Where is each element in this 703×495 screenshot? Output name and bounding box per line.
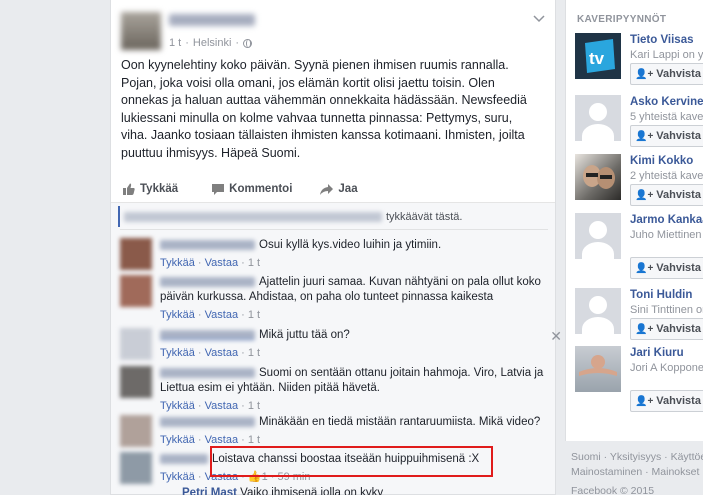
commenter-avatar[interactable]: [120, 328, 152, 360]
comment-like-link[interactable]: Tykkää: [160, 471, 195, 483]
profile-picture[interactable]: tv: [575, 33, 621, 79]
commenter-name-redacted[interactable]: [160, 239, 255, 250]
post-meta: 1 t · Helsinki ·: [169, 37, 253, 49]
mutual-friends[interactable]: Jori A Kopponen on yhteinen kaveri: [630, 362, 703, 374]
comment-like-link[interactable]: Tykkää: [160, 400, 195, 412]
reply-author[interactable]: Petri Mast: [182, 487, 237, 495]
friend-requests-panel: KAVERIPYYNNÖT tv Tieto Viisas Kari Lappi…: [565, 0, 703, 495]
profile-picture[interactable]: [575, 154, 621, 200]
mutual-friends[interactable]: Kari Lappi on yhteinen kaveri: [630, 49, 703, 61]
mutual-friends[interactable]: Sini Tinttinen on yhteinen kaveri: [630, 304, 703, 316]
profile-picture[interactable]: [575, 288, 621, 334]
comment-time[interactable]: 1 t: [248, 347, 260, 359]
svg-text:tv: tv: [589, 49, 605, 68]
comment-reply-link[interactable]: Vastaa: [205, 257, 238, 269]
commenter-avatar[interactable]: [120, 366, 152, 398]
footer-row[interactable]: Mainostaminen · Mainokset: [571, 465, 703, 480]
comment-button[interactable]: Kommentoi: [212, 183, 292, 195]
comment-meta: Tykkää · Vastaa · 1 t: [160, 400, 261, 412]
share-label: Jaa: [338, 183, 358, 195]
comment-text: Osui kyllä kys.video luihin ja ytimiin.: [259, 239, 442, 251]
comment-like-link[interactable]: Tykkää: [160, 309, 195, 321]
profile-picture[interactable]: [575, 95, 621, 141]
confirm-friend-button[interactable]: 👤+Vahvista kaveriksi: [630, 63, 703, 85]
copyright: Facebook © 2015: [571, 485, 655, 495]
add-friend-icon: 👤+: [635, 68, 654, 80]
mutual-friends[interactable]: Juho Miettinen on yhteinen kaveri: [630, 229, 703, 241]
commenter-name-redacted[interactable]: [160, 276, 255, 287]
friend-name[interactable]: Toni Huldin: [630, 289, 692, 301]
author-name-redacted[interactable]: [169, 14, 255, 26]
share-icon: [320, 183, 334, 195]
close-icon[interactable]: ✕: [550, 328, 562, 345]
confirm-friend-button[interactable]: 👤+Vahvista kaveriksi: [630, 318, 703, 340]
add-friend-icon: 👤+: [635, 130, 654, 142]
commenter-avatar[interactable]: [120, 452, 152, 484]
commenter-name-redacted[interactable]: [160, 453, 208, 464]
mutual-friends[interactable]: 5 yhteistä kaveria: [630, 111, 703, 123]
post-location[interactable]: Helsinki: [193, 37, 232, 49]
post-header: 1 t · Helsinki ·: [111, 0, 555, 55]
thumbs-up-icon: [123, 183, 135, 195]
comment-reply-link[interactable]: Vastaa: [205, 309, 238, 321]
comment-reply-link[interactable]: Vastaa: [205, 347, 238, 359]
comment-like-link[interactable]: Tykkää: [160, 347, 195, 359]
comment-label: Kommentoi: [229, 183, 293, 195]
comment-text: Minäkään en tiedä mistään rantaruumiista…: [259, 416, 541, 428]
friend-name[interactable]: Asko Kerviner: [630, 96, 703, 108]
like-button[interactable]: Tykkää: [123, 183, 178, 195]
friend-name[interactable]: Tieto Viisas: [630, 34, 694, 46]
profile-picture[interactable]: [575, 213, 621, 259]
confirm-friend-button[interactable]: 👤+Vahvista kaveriksi: [630, 257, 703, 279]
friend-name[interactable]: Kimi Kokko: [630, 155, 693, 167]
comment-meta: Tykkää · Vastaa · 1 t: [160, 257, 261, 269]
comment-reply-link[interactable]: Vastaa: [205, 400, 238, 412]
comment-like-link[interactable]: Tykkää: [160, 257, 195, 269]
share-button[interactable]: Jaa: [320, 183, 358, 195]
panel-title: KAVERIPYYNNÖT: [577, 14, 667, 25]
commenter-avatar[interactable]: [120, 415, 152, 447]
commenter-name-redacted[interactable]: [160, 329, 255, 340]
add-friend-icon: 👤+: [635, 395, 654, 407]
footer-row[interactable]: Suomi · Yksityisyys · Käyttöehdot: [571, 450, 703, 465]
post-text: Oon kyynelehtiny koko päivän. Syynä pien…: [121, 58, 527, 160]
commenter-avatar[interactable]: [120, 238, 152, 270]
confirm-friend-button[interactable]: 👤+Vahvista kaveriksi: [630, 125, 703, 147]
highlight-box: [210, 446, 493, 477]
chevron-down-icon[interactable]: [533, 14, 545, 26]
likes-suffix: tykkäävät tästä.: [386, 210, 463, 223]
likers-redacted[interactable]: [124, 211, 382, 222]
like-label: Tykkää: [140, 183, 179, 195]
confirm-friend-button[interactable]: 👤+Vahvista kaveriksi: [630, 184, 703, 206]
author-avatar[interactable]: [121, 12, 161, 50]
add-friend-icon: 👤+: [635, 323, 654, 335]
friend-name[interactable]: Jari Kiuru: [630, 347, 684, 359]
divider: [120, 229, 548, 230]
add-friend-icon: 👤+: [635, 189, 654, 201]
comment-time[interactable]: 1 t: [248, 434, 260, 446]
comment-meta: Tykkää · Vastaa · 1 t: [160, 347, 261, 359]
comment-time[interactable]: 1 t: [248, 400, 260, 412]
comment-like-link[interactable]: Tykkää: [160, 434, 195, 446]
post-actions: Tykkää Kommentoi Jaa: [111, 175, 555, 203]
likes-summary: tykkäävät tästä.: [118, 206, 548, 227]
footer-links: Suomi · Yksityisyys · Käyttöehdot Mainos…: [571, 450, 703, 495]
reply-text: Vaiko ihmisenä jolla on kyky: [240, 487, 384, 495]
globe-icon: [243, 38, 253, 48]
profile-picture[interactable]: [575, 346, 621, 392]
confirm-friend-button[interactable]: 👤+Vahvista kaveriksi: [630, 390, 703, 412]
comment-time[interactable]: 1 t: [248, 309, 260, 321]
commenter-avatar[interactable]: [120, 275, 152, 307]
comment-text: Mikä juttu tää on?: [259, 329, 350, 341]
post-time[interactable]: 1 t: [169, 37, 181, 49]
friend-name[interactable]: Jarmo Kankaanpää: [630, 214, 703, 226]
comment-icon: [212, 183, 225, 195]
commenter-name-redacted[interactable]: [160, 367, 255, 378]
comment-reply-link[interactable]: Vastaa: [205, 434, 238, 446]
add-friend-icon: 👤+: [635, 262, 654, 274]
commenter-name-redacted[interactable]: [160, 416, 255, 427]
comment-time[interactable]: 1 t: [248, 257, 260, 269]
comment-meta: Tykkää · Vastaa · 1 t: [160, 309, 261, 321]
mutual-friends[interactable]: 2 yhteistä kaveria: [630, 170, 703, 182]
